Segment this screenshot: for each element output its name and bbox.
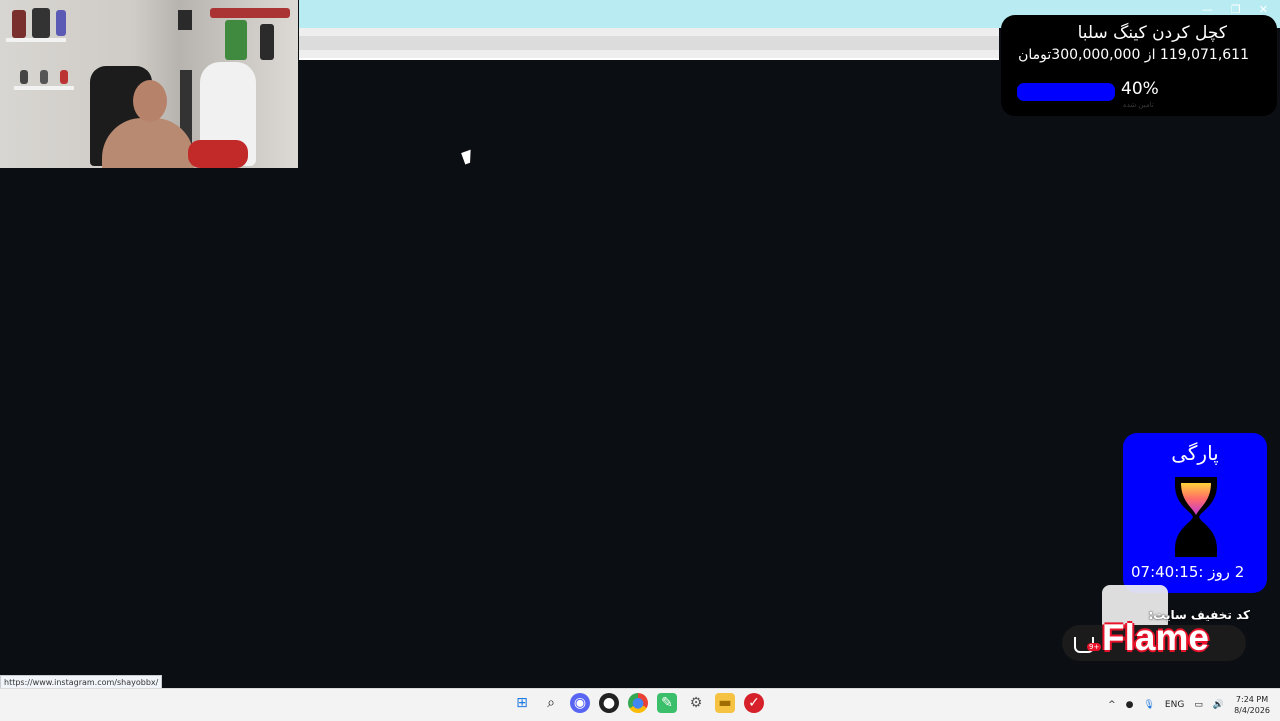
goal-title: کچل کردن کینگ سلبا <box>1077 23 1227 43</box>
cart-count-badge: 9+ <box>1087 643 1102 651</box>
obs-icon[interactable]: ● <box>599 693 619 713</box>
browser-toolbar <box>299 28 999 60</box>
chevron-up-icon[interactable]: ^ <box>1108 700 1116 710</box>
flame-logo: Flame <box>1102 617 1209 658</box>
network-icon[interactable]: ▭ <box>1194 700 1203 710</box>
volume-icon[interactable]: 🔊 <box>1213 700 1224 710</box>
clock-date: 8/4/2026 <box>1234 706 1270 715</box>
search-icon[interactable]: ⌕ <box>541 693 561 713</box>
file-explorer-icon[interactable]: ▬ <box>715 693 735 713</box>
taskbar: ⊞ ⌕ ◉ ● ● ✎ ⚙ ▬ ✓ ^ ● 🎙 ENG ▭ 🔊 7:24 PM … <box>0 688 1280 721</box>
donation-goal-widget: کچل کردن کینگ سلبا 119,071,611 از 300,00… <box>1001 15 1277 116</box>
language-indicator[interactable]: ENG <box>1165 700 1184 710</box>
hourglass-icon <box>1175 477 1217 557</box>
discord-icon[interactable]: ◉ <box>570 693 590 713</box>
tray-app-icon[interactable]: ● <box>1126 700 1134 710</box>
system-tray: ^ ● 🎙 ENG ▭ 🔊 7:24 PM 8/4/2026 <box>1108 689 1270 721</box>
countdown-time: 2 روز :07:40:15 <box>1131 563 1245 581</box>
goal-amount: 119,071,611 از 300,000,000تومان <box>1018 47 1249 63</box>
chrome-icon[interactable]: ● <box>628 693 648 713</box>
red-app-icon[interactable]: ✓ <box>744 693 764 713</box>
flame-promo-widget: کد تخفیف سایت: 9+ Flame <box>1062 585 1262 663</box>
countdown-label: پارگی <box>1171 441 1219 465</box>
goal-progress-bar <box>1017 83 1115 101</box>
countdown-widget: پارگی 2 روز :07:40:15 <box>1123 433 1267 593</box>
app-icon[interactable]: ✎ <box>657 693 677 713</box>
goal-subcaption: تامین شده <box>1123 101 1154 109</box>
clock[interactable]: 7:24 PM 8/4/2026 <box>1234 694 1270 716</box>
address-bar[interactable] <box>299 36 999 50</box>
clock-time: 7:24 PM <box>1235 695 1269 704</box>
webcam-overlay <box>0 0 298 168</box>
settings-icon[interactable]: ⚙ <box>686 693 706 713</box>
microphone-icon[interactable]: 🎙 <box>1143 700 1154 710</box>
windows-start-icon[interactable]: ⊞ <box>512 693 532 713</box>
goal-percent: 40% <box>1121 79 1159 99</box>
